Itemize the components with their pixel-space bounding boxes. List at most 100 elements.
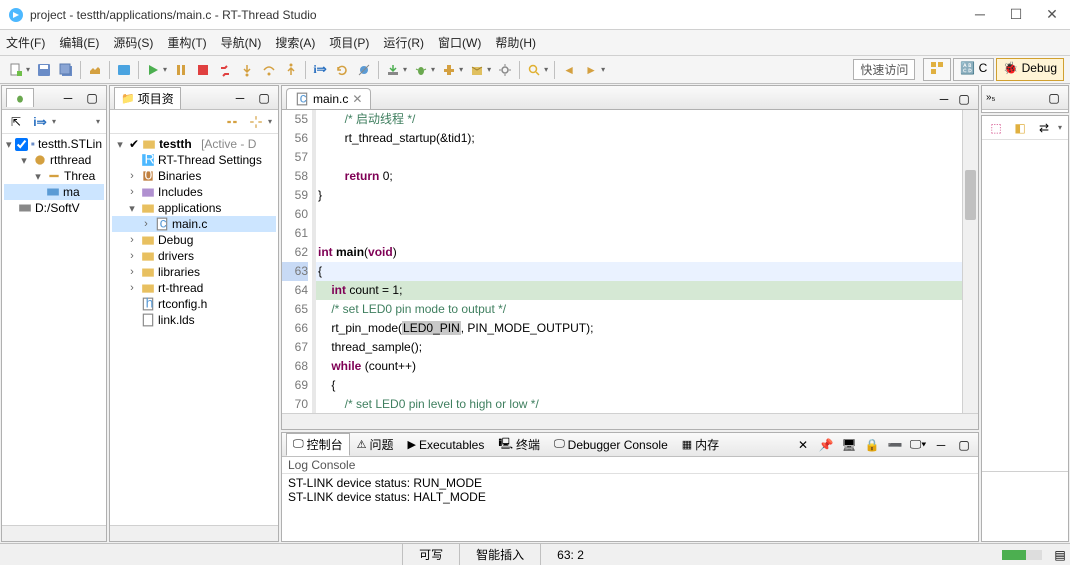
tree-debug[interactable]: ›Debug (112, 232, 276, 248)
search-button[interactable] (524, 60, 544, 80)
restore-icon[interactable]: ▢ (1044, 88, 1064, 108)
debug-view-tab[interactable] (6, 88, 34, 107)
minimize-button[interactable]: ─ (970, 6, 990, 23)
build-tools-button[interactable] (439, 60, 459, 80)
tree-rt-thread[interactable]: ›rt-thread (112, 280, 276, 296)
download-button[interactable] (383, 60, 403, 80)
console-pin-icon[interactable]: 📌 (816, 435, 836, 455)
tree-main-c[interactable]: ›cmain.c (112, 216, 276, 232)
tree-project-root[interactable]: ▾✔testth [Active - D (112, 136, 276, 152)
packages-button[interactable] (467, 60, 487, 80)
tree-applications[interactable]: ▾applications (112, 200, 276, 216)
debug-tree-process[interactable]: ▾rtthread (4, 152, 104, 168)
debug-tree-frame[interactable]: ma (4, 184, 104, 200)
menu-help[interactable]: 帮助(H) (495, 34, 536, 51)
h-scrollbar[interactable] (110, 525, 278, 541)
tree-drivers[interactable]: ›drivers (112, 248, 276, 264)
maximize-button[interactable]: ☐ (1006, 6, 1026, 23)
console-display-icon[interactable]: 🖥 (839, 435, 859, 455)
pause-button[interactable] (171, 60, 191, 80)
tree-includes[interactable]: ›Includes (112, 184, 276, 200)
tree-rtconfig-h[interactable]: hrtconfig.h (112, 296, 276, 312)
stop-button[interactable] (193, 60, 213, 80)
save-all-button[interactable] (56, 60, 76, 80)
menu-navigate[interactable]: 导航(N) (221, 34, 262, 51)
menu-edit[interactable]: 编辑(E) (59, 34, 99, 51)
outline-sort-icon[interactable]: ⬚ (986, 118, 1006, 138)
code-editor[interactable]: 55565758596061626364656667686970 /* 启动线程… (282, 110, 978, 413)
v-scrollbar[interactable] (962, 110, 978, 413)
nav-back-button[interactable]: ◄ (559, 60, 579, 80)
link-editor-icon[interactable] (222, 112, 242, 132)
focus-icon[interactable] (246, 112, 266, 132)
minimize-icon[interactable]: ─ (931, 435, 951, 455)
build-button[interactable] (85, 60, 105, 80)
debug-tree-thread[interactable]: ▾Threa (4, 168, 104, 184)
debug-tree-gdb[interactable]: D:/SoftV (4, 200, 104, 216)
tab-memory[interactable]: ▦ 内存 (675, 433, 726, 456)
save-button[interactable] (34, 60, 54, 80)
console-open-icon[interactable]: 🖵▾ (908, 435, 928, 455)
console-title: Log Console (282, 457, 978, 474)
minimize-icon[interactable]: ─ (230, 88, 250, 108)
tab-problems[interactable]: ⚠ 问题 (350, 433, 401, 456)
close-button[interactable]: ✕ (1042, 6, 1062, 23)
h-scrollbar[interactable] (2, 525, 106, 541)
tree-libraries[interactable]: ›libraries (112, 264, 276, 280)
console-output[interactable]: ST-LINK device status: RUN_MODE ST-LINK … (282, 474, 978, 541)
maximize-icon[interactable]: ▢ (954, 89, 974, 109)
maximize-icon[interactable]: ▢ (82, 88, 102, 108)
step-mode-icon[interactable]: i⇒ (30, 112, 50, 132)
perspective-debug[interactable]: 🐞 Debug (996, 58, 1064, 81)
console-remove-icon[interactable]: ➖ (885, 435, 905, 455)
menu-search[interactable]: 搜索(A) (275, 34, 315, 51)
tree-binaries[interactable]: ›01Binaries (112, 168, 276, 184)
menu-project[interactable]: 项目(P) (329, 34, 369, 51)
nav-forward-button[interactable]: ► (581, 60, 601, 80)
progress-details-icon[interactable]: ▤ (1050, 545, 1070, 565)
open-perspective-button[interactable] (923, 58, 951, 81)
menu-window[interactable]: 窗口(W) (438, 34, 481, 51)
close-tab-icon[interactable]: ✕ (352, 92, 362, 106)
skip-breakpoints-button[interactable] (354, 60, 374, 80)
show-views-icon[interactable]: »₅ (986, 92, 996, 103)
terminal-button[interactable] (114, 60, 134, 80)
restart-button[interactable] (332, 60, 352, 80)
step-into-button[interactable] (237, 60, 257, 80)
minimize-icon[interactable]: ─ (58, 88, 78, 108)
menu-file[interactable]: 文件(F) (6, 34, 45, 51)
perspective-c[interactable]: 🔠 C (953, 58, 994, 81)
project-explorer-tab[interactable]: 📁 项目资 (114, 87, 181, 109)
tree-link-lds[interactable]: link.lds (112, 312, 276, 328)
disconnect-button[interactable] (215, 60, 235, 80)
tree-rt-settings[interactable]: RTRT-Thread Settings (112, 152, 276, 168)
console-clear-icon[interactable]: ✕ (793, 435, 813, 455)
launch-checkbox[interactable] (15, 138, 28, 151)
console-scroll-lock-icon[interactable]: 🔒 (862, 435, 882, 455)
editor-h-scrollbar[interactable] (282, 413, 978, 429)
app-logo-icon (8, 7, 24, 23)
menu-source[interactable]: 源码(S) (113, 34, 153, 51)
collapse-all-icon[interactable]: ⇱ (6, 112, 26, 132)
outline-hide-icon[interactable]: ◧ (1010, 118, 1030, 138)
outline-link-icon[interactable]: ⇄ (1034, 118, 1054, 138)
step-over-button[interactable] (259, 60, 279, 80)
new-button[interactable] (6, 60, 26, 80)
menu-refactor[interactable]: 重构(T) (167, 34, 206, 51)
tab-terminal[interactable]: 🖳 终端 (491, 432, 547, 457)
run-button[interactable] (143, 60, 163, 80)
debug-button[interactable] (411, 60, 431, 80)
debug-tree-root[interactable]: ▾testth.STLin (4, 136, 104, 152)
quick-access[interactable]: 快速访问 (853, 59, 915, 80)
tab-debugger-console[interactable]: 🖵 Debugger Console (547, 435, 675, 455)
tab-console[interactable]: 🖵 控制台 (286, 433, 350, 456)
maximize-icon[interactable]: ▢ (954, 435, 974, 455)
settings-button[interactable] (495, 60, 515, 80)
maximize-icon[interactable]: ▢ (254, 88, 274, 108)
tab-executables[interactable]: ▶ Executables (401, 435, 492, 455)
menu-run[interactable]: 运行(R) (383, 34, 424, 51)
instruction-step-button[interactable]: i⇒ (310, 60, 330, 80)
editor-tab-main-c[interactable]: c main.c ✕ (286, 88, 371, 109)
minimize-icon[interactable]: ─ (934, 89, 954, 109)
step-return-button[interactable] (281, 60, 301, 80)
